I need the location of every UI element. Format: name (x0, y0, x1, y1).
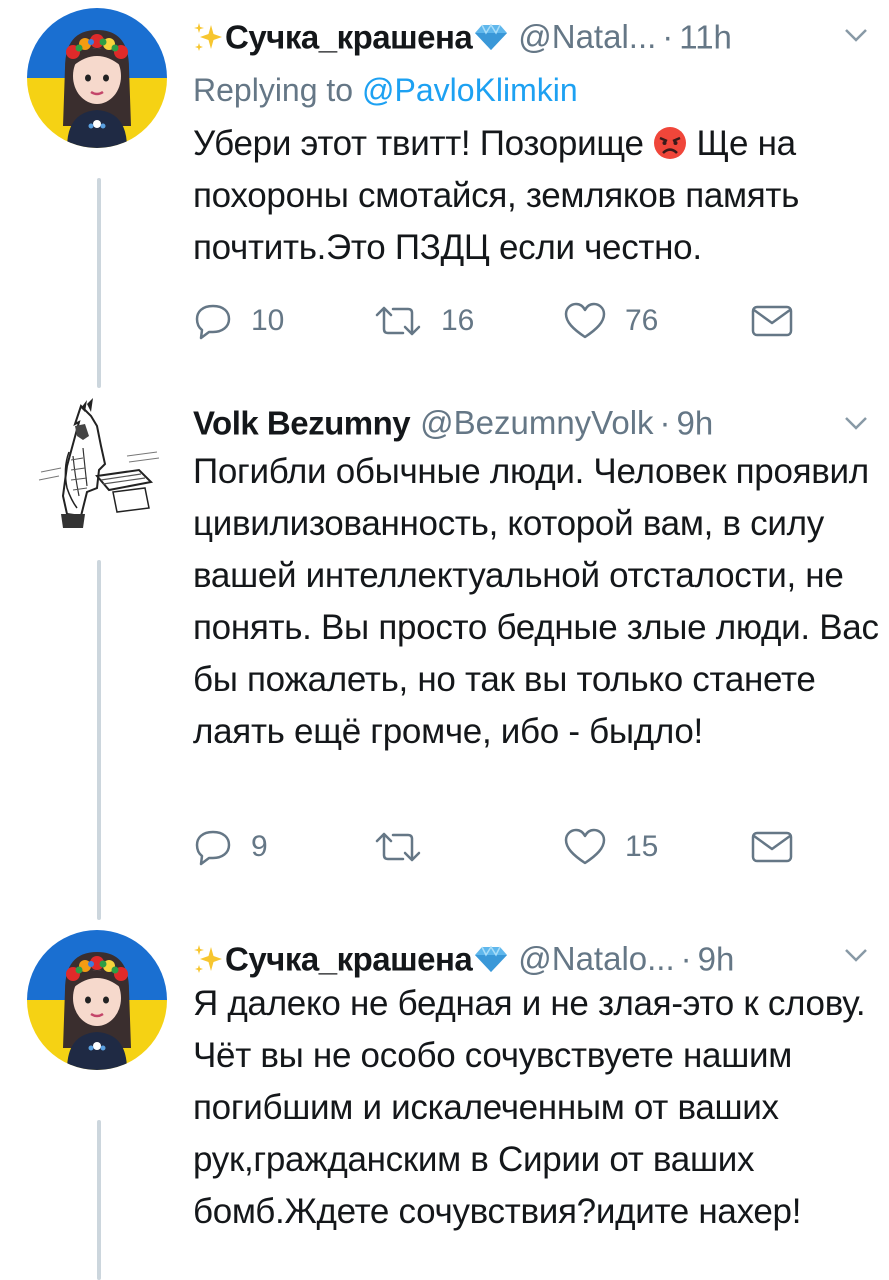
replying-to-link[interactable]: @PavloKlimkin (362, 72, 578, 108)
tweet-header: Сучка_крашена @Natal... · 11h (193, 10, 869, 60)
tweet-2[interactable]: Volk Bezumny @BezumnyVolk · 9h Погибли обыч… (0, 388, 889, 918)
replying-to-prefix: Replying to (193, 72, 354, 108)
tweet-text: Погибли обычные люди. Человек проявил ци… (193, 452, 879, 751)
like-count: 15 (625, 830, 659, 863)
sparkles-icon (194, 945, 222, 974)
author-handle[interactable]: @BezumnyVolk (420, 404, 653, 441)
dm-icon (751, 831, 793, 863)
tweet-time[interactable]: 9h (698, 940, 735, 977)
angry-face-icon (654, 127, 687, 159)
tweet-time[interactable]: 9h (677, 404, 714, 441)
dm-button[interactable] (751, 822, 793, 872)
gem-icon (475, 945, 508, 973)
tweet-1[interactable]: Сучка_крашена @Natal... · 11h Replying to … (0, 0, 889, 380)
tweet-3[interactable]: Сучка_крашена @Natalo... · 9h Я далеко не … (0, 926, 889, 1280)
retweet-button[interactable] (373, 822, 441, 872)
tweet-text: Убери этот твитт! Позорище Ще на похорон… (193, 118, 883, 274)
avatar[interactable] (27, 8, 167, 148)
tweet-text-part1: Убери этот твитт! Позорище (193, 124, 654, 163)
reply-icon (195, 304, 231, 340)
tweet-text: Я далеко не бедная и не злая-это к слову… (193, 984, 866, 1231)
reply-count: 10 (251, 304, 285, 337)
retweet-icon (375, 832, 421, 862)
dm-button[interactable] (751, 296, 793, 346)
retweet-button[interactable]: 16 (373, 296, 474, 346)
avatar[interactable] (27, 396, 167, 536)
chevron-down-icon[interactable] (843, 10, 869, 76)
author-name[interactable]: Сучка_крашена (225, 940, 473, 977)
tweet-header: Сучка_крашена @Natalo... · 9h (193, 932, 869, 982)
author-name[interactable]: Сучка_крашена (225, 18, 473, 55)
heart-icon (564, 302, 606, 339)
reply-button[interactable]: 10 (193, 296, 284, 346)
like-count: 76 (625, 304, 659, 337)
like-button[interactable]: 76 (563, 296, 658, 346)
separator-dot: · (659, 404, 671, 442)
dm-icon (751, 305, 793, 337)
avatar[interactable] (27, 930, 167, 1070)
replying-to: Replying to @PavloKlimkin (193, 68, 578, 112)
gem-icon (475, 23, 508, 51)
retweet-count: 16 (441, 304, 475, 337)
author-name[interactable]: Volk Bezumny (193, 404, 411, 441)
retweet-icon (375, 306, 421, 336)
reply-icon (195, 830, 231, 866)
like-button[interactable]: 15 (563, 822, 658, 872)
author-handle[interactable]: @Natalo... (518, 940, 674, 977)
sparkles-icon (194, 23, 222, 52)
action-bar: 10 16 76 (193, 296, 813, 346)
separator-dot: · (662, 18, 674, 56)
reply-button[interactable]: 9 (193, 822, 268, 872)
tweet-header: Volk Bezumny @BezumnyVolk · 9h (193, 396, 869, 446)
reply-count: 9 (251, 830, 268, 863)
tweet-time[interactable]: 11h (679, 18, 732, 55)
author-handle[interactable]: @Natal... (518, 18, 656, 55)
heart-icon (564, 828, 606, 865)
separator-dot: · (680, 940, 692, 978)
action-bar: 9 15 (193, 822, 813, 872)
